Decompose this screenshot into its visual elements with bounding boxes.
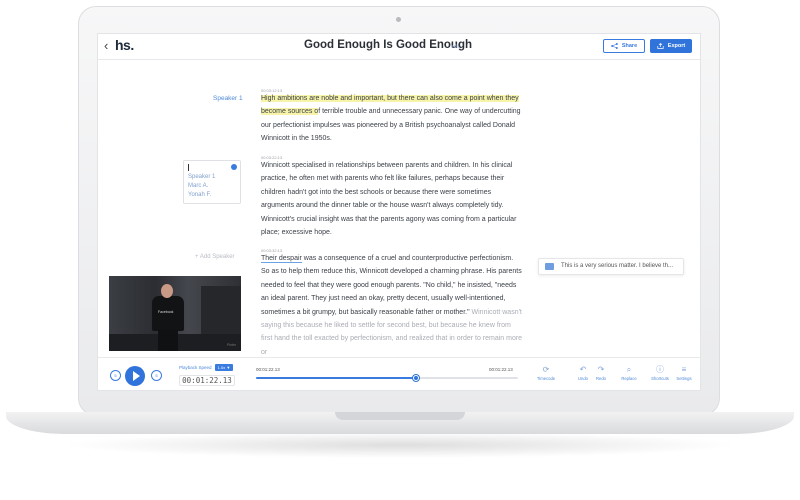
add-speaker-dot-icon[interactable] bbox=[231, 164, 237, 170]
search-icon: ⌕ bbox=[626, 365, 632, 374]
speaker-head bbox=[161, 284, 173, 298]
shirt-text: Facebook bbox=[158, 310, 174, 314]
tool-label: Shortcuts bbox=[651, 376, 669, 381]
edit-title-link[interactable]: edit bbox=[451, 44, 459, 50]
camera-dot bbox=[396, 17, 401, 22]
forward-icon[interactable]: 5 bbox=[151, 370, 162, 381]
shortcuts-button[interactable]: ⓘ Shortcuts bbox=[647, 364, 673, 381]
speaker-legs bbox=[158, 330, 178, 351]
play-button[interactable] bbox=[125, 366, 145, 386]
top-bar: ‹ hs. Good Enough Is Good Enough edit Sh… bbox=[98, 34, 700, 60]
comment-bubble[interactable]: This is a very serious matter. I believe… bbox=[538, 258, 684, 275]
underlined-text[interactable]: Their despair bbox=[261, 255, 302, 263]
add-speaker-button[interactable]: + Add Speaker bbox=[195, 254, 235, 260]
laptop-shadow bbox=[60, 432, 740, 458]
redo-button[interactable]: ↷ Redo bbox=[588, 364, 614, 381]
export-icon bbox=[657, 43, 664, 49]
paragraph-text: was a consequence of a cruel and counter… bbox=[261, 255, 522, 316]
scrub-start-time: 00:01:22.13 bbox=[256, 367, 280, 372]
timecode-button[interactable]: ⟳ Timecode bbox=[533, 364, 559, 381]
scrubber-handle[interactable] bbox=[412, 375, 419, 381]
laptop-notch bbox=[335, 412, 465, 420]
tool-label: Timecode bbox=[536, 376, 556, 381]
video-board bbox=[201, 286, 241, 338]
timecode-icon: ⟳ bbox=[542, 365, 550, 374]
transcript-paragraph[interactable]: Winnicott specialised in relationships b… bbox=[261, 159, 523, 239]
share-label: Share bbox=[621, 43, 638, 49]
tool-label: Redo bbox=[595, 376, 606, 381]
export-button[interactable]: Export bbox=[650, 39, 692, 53]
share-button[interactable]: Share bbox=[603, 39, 645, 53]
scrubber-track[interactable] bbox=[256, 375, 518, 381]
replace-button[interactable]: ⌕ Replace bbox=[616, 364, 642, 381]
comment-text: This is a very serious matter. I believe… bbox=[561, 263, 674, 269]
redo-icon: ↷ bbox=[597, 365, 605, 374]
back-arrow-icon[interactable]: ‹ bbox=[104, 38, 108, 53]
tool-label: Settings bbox=[676, 376, 692, 381]
add-speaker-label: Add Speaker bbox=[199, 254, 235, 260]
video-player[interactable]: Facebook Pinter bbox=[109, 276, 241, 351]
transcript-paragraph[interactable]: High ambitions are noble and important, … bbox=[261, 92, 523, 146]
playback-speed-select[interactable]: 1.0x ▼ bbox=[215, 364, 233, 371]
player-bar: 5 5 Playback Speed 1.0x ▼ 00:01:22.13 00… bbox=[98, 357, 700, 390]
tool-label: Replace bbox=[621, 376, 637, 381]
share-icon bbox=[611, 43, 618, 49]
settings-button[interactable]: ≡ Settings bbox=[671, 364, 697, 381]
app-screen: ‹ hs. Good Enough Is Good Enough edit Sh… bbox=[97, 33, 701, 391]
video-watermark: Pinter bbox=[227, 343, 237, 347]
rewind-icon[interactable]: 5 bbox=[110, 370, 121, 381]
scrubber-progress bbox=[256, 377, 416, 379]
scrub-end-time: 00:01:22.13 bbox=[489, 367, 513, 372]
plus-icon: + bbox=[195, 254, 199, 260]
current-time-field[interactable]: 00:01:22.13 bbox=[179, 375, 235, 386]
speaker-dropdown[interactable]: Speaker 1 Marc A. Yonah F. bbox=[183, 160, 241, 204]
info-icon: ⓘ bbox=[656, 365, 664, 374]
speaker-option[interactable]: Speaker 1 bbox=[188, 174, 215, 180]
transcript-paragraph[interactable]: Their despair was a consequence of a cru… bbox=[261, 252, 523, 359]
playback-speed-label: Playback Speed bbox=[179, 365, 212, 370]
export-label: Export bbox=[667, 43, 686, 49]
speaker-option[interactable]: Marc A. bbox=[188, 183, 208, 189]
sliders-icon: ≡ bbox=[681, 365, 687, 374]
document-title[interactable]: Good Enough Is Good Enough bbox=[304, 39, 472, 51]
speaker-label[interactable]: Speaker 1 bbox=[213, 95, 243, 102]
text-cursor bbox=[188, 164, 189, 171]
speaker-option[interactable]: Yonah F. bbox=[188, 192, 211, 198]
paragraph-text: Winnicott specialised in relationships b… bbox=[261, 162, 517, 237]
comment-icon bbox=[545, 263, 554, 270]
app-logo[interactable]: hs. bbox=[115, 37, 134, 53]
